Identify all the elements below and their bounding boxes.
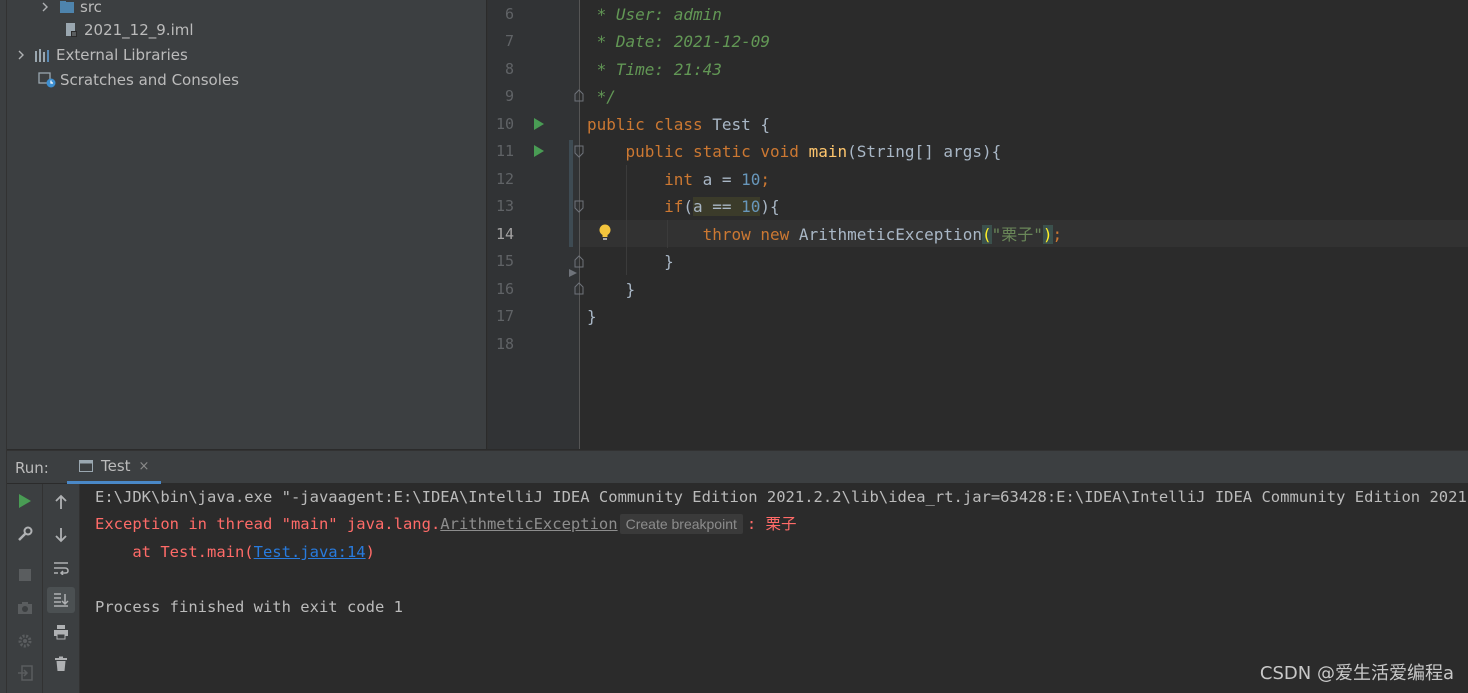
- fold-marker-icon[interactable]: [573, 200, 585, 214]
- fold-marker-icon[interactable]: [573, 88, 585, 102]
- code-line-14: throw new ArithmeticException("栗子");: [587, 225, 1063, 244]
- breakpoint-arrow-icon: [569, 269, 577, 277]
- console-icon: [79, 460, 93, 472]
- code-line-12: int a = 10;: [587, 170, 771, 189]
- print-icon[interactable]: [50, 621, 72, 643]
- left-tool-strip: [0, 0, 7, 693]
- run-gutter-icon[interactable]: [532, 117, 546, 131]
- line-number: 14: [495, 225, 514, 243]
- line-number: 11: [495, 142, 514, 160]
- run-toolbar-secondary: [43, 484, 80, 693]
- line-number: 7: [504, 32, 514, 50]
- line-number: 6: [504, 5, 514, 23]
- run-tab-label: Test: [101, 457, 131, 475]
- line-number: 17: [495, 307, 514, 325]
- fold-marker-icon[interactable]: [573, 145, 585, 159]
- gutter-divider: [579, 0, 580, 449]
- tree-item-external-libraries[interactable]: External Libraries: [14, 42, 188, 67]
- arrow-down-icon[interactable]: [50, 524, 72, 546]
- exit-icon[interactable]: [14, 662, 36, 684]
- line-number: 18: [495, 335, 514, 353]
- wrench-icon[interactable]: [14, 523, 36, 545]
- console-stack-line: at Test.main(Test.java:14): [95, 543, 375, 561]
- code-line-16: }: [587, 280, 636, 299]
- run-tab-test[interactable]: Test ×: [67, 451, 162, 484]
- line-number: 12: [495, 170, 514, 188]
- trash-icon[interactable]: [50, 653, 72, 675]
- chevron-right-icon[interactable]: [14, 48, 28, 62]
- source-location-link[interactable]: Test.java:14: [254, 543, 366, 561]
- run-gutter-icon[interactable]: [532, 144, 546, 158]
- code-editor[interactable]: 6 7 8 9 10 11 12 13 14 15 16 17 18 * Use…: [487, 0, 1468, 449]
- code-line-15: }: [587, 252, 674, 271]
- code-line-7: * Date: 2021-12-09: [587, 32, 771, 51]
- create-breakpoint-hint[interactable]: Create breakpoint: [619, 514, 743, 534]
- code-line-13: if(a == 10){: [587, 197, 780, 216]
- library-icon: [34, 47, 52, 63]
- console-exception-line: Exception in thread "main" java.lang.Ari…: [95, 514, 797, 534]
- run-toolbar-primary: [7, 484, 43, 693]
- chevron-right-icon[interactable]: [38, 0, 52, 14]
- code-line-9: */: [587, 87, 616, 106]
- code-line-8: * Time: 21:43: [587, 60, 722, 79]
- close-icon[interactable]: ×: [139, 459, 150, 474]
- rerun-icon[interactable]: [14, 490, 36, 512]
- line-number: 15: [495, 252, 514, 270]
- tree-item-label: 2021_12_9.iml: [84, 20, 194, 39]
- tree-item-scratches[interactable]: Scratches and Consoles: [38, 67, 239, 92]
- run-panel-title: Run:: [15, 459, 49, 477]
- project-tree-panel: src 2021_12_9.iml External Libraries Scr…: [0, 0, 486, 449]
- settings-gear-icon[interactable]: [14, 630, 36, 652]
- soft-wrap-icon[interactable]: [50, 557, 72, 579]
- line-number: 16: [495, 280, 514, 298]
- code-line-11: public static void main(String[] args){: [587, 142, 1002, 161]
- tree-item-label: Scratches and Consoles: [60, 70, 239, 89]
- arrow-up-icon[interactable]: [50, 491, 72, 513]
- code-line-6: * User: admin: [587, 5, 722, 24]
- code-line-10: public class Test {: [587, 115, 771, 134]
- watermark: CSDN @爱生活爱编程a: [1259, 663, 1454, 684]
- code-line-17: }: [587, 307, 597, 326]
- scratches-icon: [38, 71, 56, 88]
- fold-marker-icon[interactable]: [573, 254, 585, 268]
- run-panel-header: Run: Test ×: [7, 450, 1468, 484]
- tree-item-label: External Libraries: [56, 45, 188, 64]
- camera-icon[interactable]: [14, 597, 36, 619]
- scroll-to-end-icon[interactable]: [47, 587, 75, 613]
- module-file-icon: [62, 22, 80, 38]
- fold-marker-icon[interactable]: [573, 281, 585, 295]
- stop-icon[interactable]: [14, 564, 36, 586]
- tree-item-iml[interactable]: 2021_12_9.iml: [62, 17, 194, 42]
- line-number: 8: [504, 60, 514, 78]
- tree-item-label: src: [80, 0, 102, 16]
- line-number: 10: [495, 115, 514, 133]
- line-number: 13: [495, 197, 514, 215]
- console-command-line: E:\JDK\bin\java.exe "-javaagent:E:\IDEA\…: [95, 488, 1468, 506]
- line-number: 9: [504, 87, 514, 105]
- exception-class-link[interactable]: ArithmeticException: [440, 515, 617, 533]
- folder-icon: [58, 0, 76, 15]
- console-exit-line: Process finished with exit code 1: [95, 598, 403, 616]
